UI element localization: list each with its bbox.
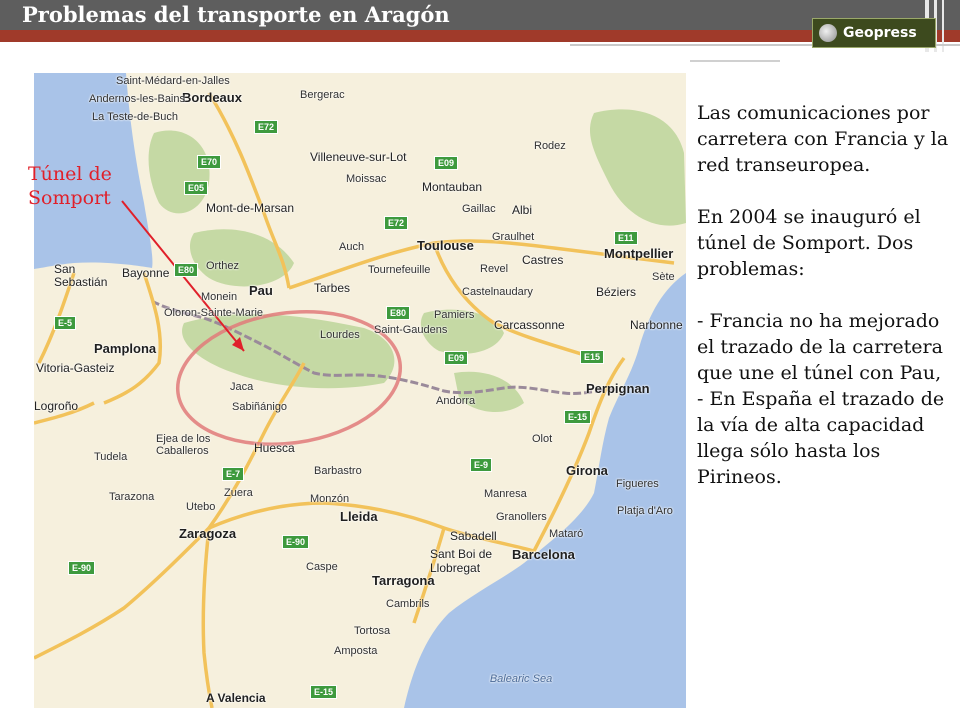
paragraph: - Francia no ha mejorado el trazado de l… xyxy=(697,310,943,384)
map-place: Saint-Gaudens xyxy=(374,324,448,336)
map-place: Montauban xyxy=(422,180,483,194)
logo-text: Geopress xyxy=(843,25,917,41)
map-place: Oloron-Sainte-Marie xyxy=(164,307,264,319)
map-place: Zaragoza xyxy=(179,526,237,541)
road-shield: E-9 xyxy=(470,458,493,472)
road-shield: E09 xyxy=(434,156,459,170)
map-place: Logroño xyxy=(34,399,79,413)
map-place: Balearic Sea xyxy=(489,673,553,685)
map-place: Platja d'Aro xyxy=(617,505,673,517)
map-place: Rodez xyxy=(534,140,566,152)
map-place: Gaillac xyxy=(462,203,496,215)
map-place: Pamplona xyxy=(94,341,157,356)
map-place: Bayonne xyxy=(122,266,170,280)
map-place: Saint-Médard-en-Jalles xyxy=(116,75,230,87)
road-shield: E09 xyxy=(444,351,469,365)
map-place: Andorra xyxy=(436,395,476,407)
map-place: Cambrils xyxy=(386,598,430,610)
map-place: Huesca xyxy=(254,441,295,455)
road-shield: E05 xyxy=(184,181,209,195)
road-shield: E-7 xyxy=(222,467,245,481)
map-place: Tarbes xyxy=(314,281,351,295)
map-place: Tarragona xyxy=(372,573,435,588)
paragraph: - En España el trazado de la vía de alta… xyxy=(697,388,945,488)
map-place: Villeneuve-sur-Lot xyxy=(310,150,407,164)
map-place: Monzón xyxy=(310,493,350,505)
map-place: Toulouse xyxy=(417,238,474,253)
map-place: Lleida xyxy=(340,509,378,524)
map-place: Lourdes xyxy=(320,329,360,341)
somport-callout: Túnel de Somport xyxy=(28,162,112,210)
map-place: Moissac xyxy=(346,173,387,185)
map-place: Mataró xyxy=(549,528,584,540)
map-place: Bordeaux xyxy=(182,90,242,105)
map-place: Orthez xyxy=(206,260,240,272)
slide-body: Las comunicaciones por carretera con Fra… xyxy=(697,100,952,490)
map-place: Perpignan xyxy=(586,381,650,396)
map-place: Béziers xyxy=(596,285,637,299)
map-place: Tournefeuille xyxy=(368,264,431,276)
map-place: Figueres xyxy=(616,478,659,490)
map-place: Manresa xyxy=(484,488,527,500)
map-place: Montpellier xyxy=(604,246,674,261)
road-shield: E70 xyxy=(197,155,222,169)
paragraph: Las comunicaciones por carretera con Fra… xyxy=(697,102,949,176)
map-place: Pau xyxy=(249,283,273,298)
road-shield: E11 xyxy=(614,231,638,245)
map-place: Revel xyxy=(480,263,509,275)
callout-line: Somport xyxy=(28,187,111,209)
map-place: Albi xyxy=(512,203,533,217)
map-place: A Valencia xyxy=(206,691,266,705)
road-shield: E72 xyxy=(384,216,409,230)
map-place: Sète xyxy=(652,271,675,283)
map-place: Monein xyxy=(201,291,238,303)
accent-line xyxy=(690,60,780,62)
map-place: Castelnaudary xyxy=(462,286,533,298)
road-shield: E-15 xyxy=(564,410,592,424)
road-shield: E-90 xyxy=(68,561,96,575)
map-place: Narbonne xyxy=(630,318,683,332)
map-place: Tortosa xyxy=(354,625,391,637)
map-place: Ejea de los Caballeros xyxy=(156,433,211,457)
road-shield: E80 xyxy=(174,263,199,277)
callout-line: Túnel de xyxy=(28,163,112,185)
map-place: Jaca xyxy=(230,381,254,393)
map-place: Pamiers xyxy=(434,309,475,321)
map-image: Saint-Médard-en-Jalles Bordeaux Bergerac… xyxy=(34,73,686,708)
map-place: San Sebastián xyxy=(54,262,108,289)
map-place: Sant Boi de Llobregat xyxy=(430,547,493,575)
map-place: Castres xyxy=(522,253,564,267)
map-place: Caspe xyxy=(306,561,338,573)
road-shield: E-90 xyxy=(282,535,310,549)
map-place: Vitoria-Gasteiz xyxy=(36,361,115,375)
road-shield: E-15 xyxy=(310,685,338,699)
map-place: Andernos-les-Bains xyxy=(89,93,185,105)
map-place: Amposta xyxy=(334,645,378,657)
map-place: Sabadell xyxy=(450,529,497,543)
road-shield: E15 xyxy=(580,350,605,364)
map-place: Barbastro xyxy=(314,465,362,477)
globe-icon xyxy=(819,24,837,42)
map-place: Tarazona xyxy=(109,491,155,503)
map-place: Carcassonne xyxy=(494,318,565,332)
map-place: Auch xyxy=(339,241,365,253)
map-place: Girona xyxy=(566,463,608,478)
road-shield: E-5 xyxy=(54,316,77,330)
map-place: Bergerac xyxy=(300,89,345,101)
geopress-logo: Geopress xyxy=(812,18,936,48)
slide-title: Problemas del transporte en Aragón xyxy=(22,2,450,27)
paragraph: En 2004 se inauguró el túnel de Somport.… xyxy=(697,206,921,280)
map-place: Zuera xyxy=(224,487,253,499)
map-place: Granollers xyxy=(496,511,547,523)
map-place: Barcelona xyxy=(512,547,575,562)
map-place: Olot xyxy=(532,433,553,445)
map-place: Graulhet xyxy=(492,231,535,243)
map-place: Sabiñánigo xyxy=(232,401,288,413)
map-place: Mont-de-Marsan xyxy=(206,201,295,215)
road-shield: E72 xyxy=(254,120,279,134)
road-shield: E80 xyxy=(386,306,411,320)
map-place: Tudela xyxy=(94,451,128,463)
map-place: Utebo xyxy=(186,501,216,513)
map-place: La Teste-de-Buch xyxy=(92,111,179,123)
